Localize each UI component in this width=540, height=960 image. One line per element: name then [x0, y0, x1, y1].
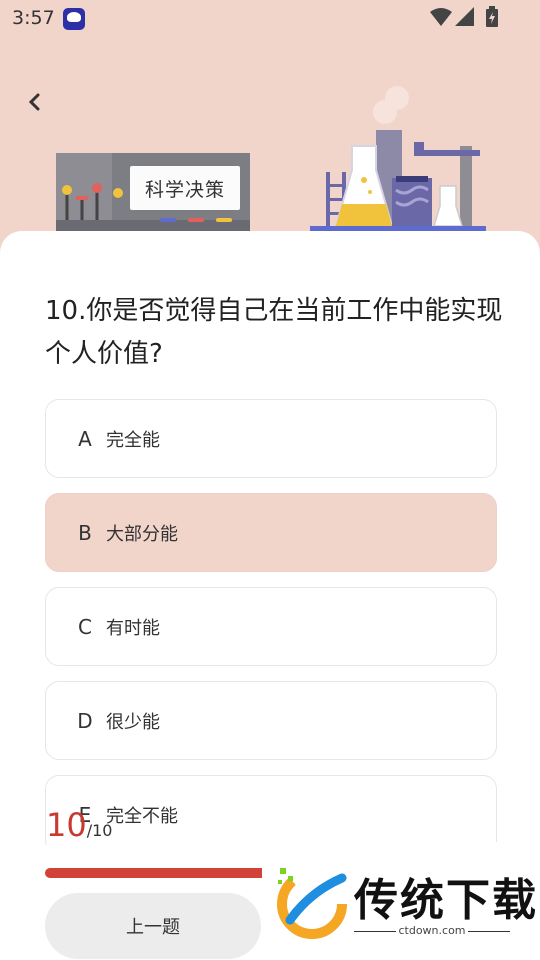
option-label: 很少能	[106, 711, 160, 733]
watermark-logo-icon	[277, 868, 347, 939]
status-bar: 3:57	[0, 0, 540, 36]
progress-counter: 10/10	[46, 806, 112, 846]
option-b[interactable]: B 大部分能	[45, 493, 497, 572]
option-a[interactable]: A 完全能	[45, 399, 497, 478]
status-time: 3:57	[12, 7, 55, 29]
prev-question-button[interactable]: 上一题	[45, 893, 261, 959]
option-label: 大部分能	[106, 523, 178, 545]
question-text: 10.你是否觉得自己在当前工作中能实现个人价值?	[45, 296, 503, 369]
option-label: 完全不能	[106, 805, 178, 827]
app-notification-icon	[63, 8, 85, 30]
option-label: 有时能	[106, 617, 160, 639]
battery-charging-icon	[486, 6, 498, 27]
progress-current: 10	[46, 806, 87, 844]
option-c[interactable]: C 有时能	[45, 587, 497, 666]
wifi-icon	[430, 8, 452, 26]
board-label: 科学决策	[130, 166, 240, 210]
option-label: 完全能	[106, 429, 160, 451]
watermark: 传统下载 ctdown.com	[262, 842, 540, 960]
progress-total: /10	[86, 821, 113, 840]
hero-illustration	[56, 86, 486, 233]
watermark-title: 传统下载	[354, 875, 538, 926]
signal-icon	[455, 7, 474, 26]
option-d[interactable]: D 很少能	[45, 681, 497, 760]
